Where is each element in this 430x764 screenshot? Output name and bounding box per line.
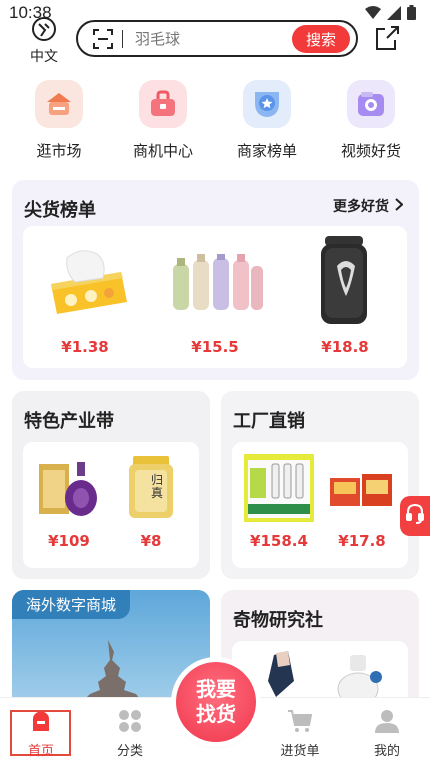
curio-title: 奇物研究社: [233, 610, 323, 631]
headset-icon: [405, 503, 425, 529]
nav-profile[interactable]: 我的: [357, 706, 417, 759]
home-icon: [26, 706, 56, 736]
find-goods-line2: 找货: [196, 702, 236, 726]
more-goods-label: 更多好货: [333, 199, 389, 215]
language-toggle[interactable]: 中文: [22, 16, 66, 65]
find-goods-button[interactable]: 我要 找货: [176, 662, 256, 742]
customer-service-button[interactable]: [400, 496, 430, 536]
hot-list-title: 尖货榜单: [24, 200, 96, 221]
share-icon: [373, 26, 401, 56]
search-divider: [122, 29, 123, 48]
nav-cart-label: 进货单: [280, 744, 320, 759]
wifi-icon: [365, 5, 381, 24]
language-icon: [31, 16, 57, 46]
quick-nav-label: 商家榜单: [236, 142, 297, 160]
nav-cart[interactable]: 进货单: [270, 706, 330, 759]
product-image-snack-boxes[interactable]: [330, 470, 394, 510]
search-bar[interactable]: 搜索: [76, 20, 358, 57]
product-image-glove[interactable]: [266, 651, 296, 701]
briefcase-icon: [139, 80, 187, 128]
product-image-thermos[interactable]: [169, 254, 265, 316]
product-image-drinks[interactable]: [244, 454, 314, 522]
more-goods-link[interactable]: 更多好货: [333, 196, 404, 216]
nav-category[interactable]: 分类: [100, 706, 160, 759]
feature-title: 特色产业带: [24, 411, 114, 432]
quick-nav-merchant-ranking[interactable]: 商家榜单: [227, 80, 307, 161]
market-icon: [35, 80, 83, 128]
chevron-right-icon: [395, 197, 404, 215]
search-input[interactable]: [135, 29, 285, 48]
quick-nav-market[interactable]: 逛市场: [19, 80, 99, 161]
product-price: ¥18.8: [321, 338, 369, 356]
quick-nav-label: 商机中心: [132, 142, 193, 160]
quick-nav-opportunities[interactable]: 商机中心: [123, 80, 203, 161]
nav-home[interactable]: 首页: [11, 706, 71, 759]
product-price: ¥15.5: [191, 338, 239, 356]
product-image-honey-jar[interactable]: 归真: [127, 456, 175, 518]
hot-list-card: 尖货榜单 更多好货 ¥1.38 ¥15.5 ¥18.8: [12, 180, 419, 380]
scan-icon[interactable]: [92, 28, 114, 50]
status-icons: [365, 5, 416, 24]
language-label: 中文: [30, 49, 58, 65]
product-price: ¥109: [48, 532, 90, 550]
hot-list-products: ¥1.38 ¥15.5 ¥18.8: [23, 226, 407, 368]
cart-icon: [285, 706, 315, 736]
battery-icon: [407, 5, 416, 24]
signal-icon: [387, 5, 401, 24]
feature-products: ¥109 归真 ¥8: [23, 442, 199, 568]
nav-category-label: 分类: [116, 744, 143, 759]
search-button[interactable]: 搜索: [292, 25, 350, 53]
feature-industry-card[interactable]: 特色产业带 ¥109 归真 ¥8: [12, 391, 210, 579]
factory-direct-card[interactable]: 工厂直销 ¥158.4 ¥17.8: [221, 391, 419, 579]
product-image-tissue[interactable]: [41, 244, 131, 318]
quick-nav-video-goods[interactable]: 视频好货: [331, 80, 411, 161]
category-icon: [115, 706, 145, 736]
share-button[interactable]: [373, 24, 401, 52]
medal-icon: [243, 80, 291, 128]
quick-nav-label: 逛市场: [36, 142, 82, 160]
product-image-shaver[interactable]: [319, 236, 373, 328]
nav-home-label: 首页: [27, 744, 54, 759]
factory-products: ¥158.4 ¥17.8: [232, 442, 408, 568]
jar-label: 归真: [151, 473, 164, 500]
factory-title: 工厂直销: [233, 411, 305, 432]
overseas-title: 海外数字商城: [12, 590, 131, 619]
product-price: ¥8: [140, 532, 162, 550]
quick-nav-label: 视频好货: [340, 142, 401, 160]
product-price: ¥17.8: [338, 532, 386, 550]
video-icon: [347, 80, 395, 128]
nav-profile-label: 我的: [373, 744, 400, 759]
profile-icon: [372, 706, 402, 736]
product-price: ¥1.38: [61, 338, 109, 356]
find-goods-line1: 我要: [196, 677, 236, 701]
product-price: ¥158.4: [250, 532, 308, 550]
quick-nav: 逛市场 商机中心 商家榜单 视频好货: [0, 80, 430, 166]
product-image-liquor[interactable]: [37, 456, 101, 518]
